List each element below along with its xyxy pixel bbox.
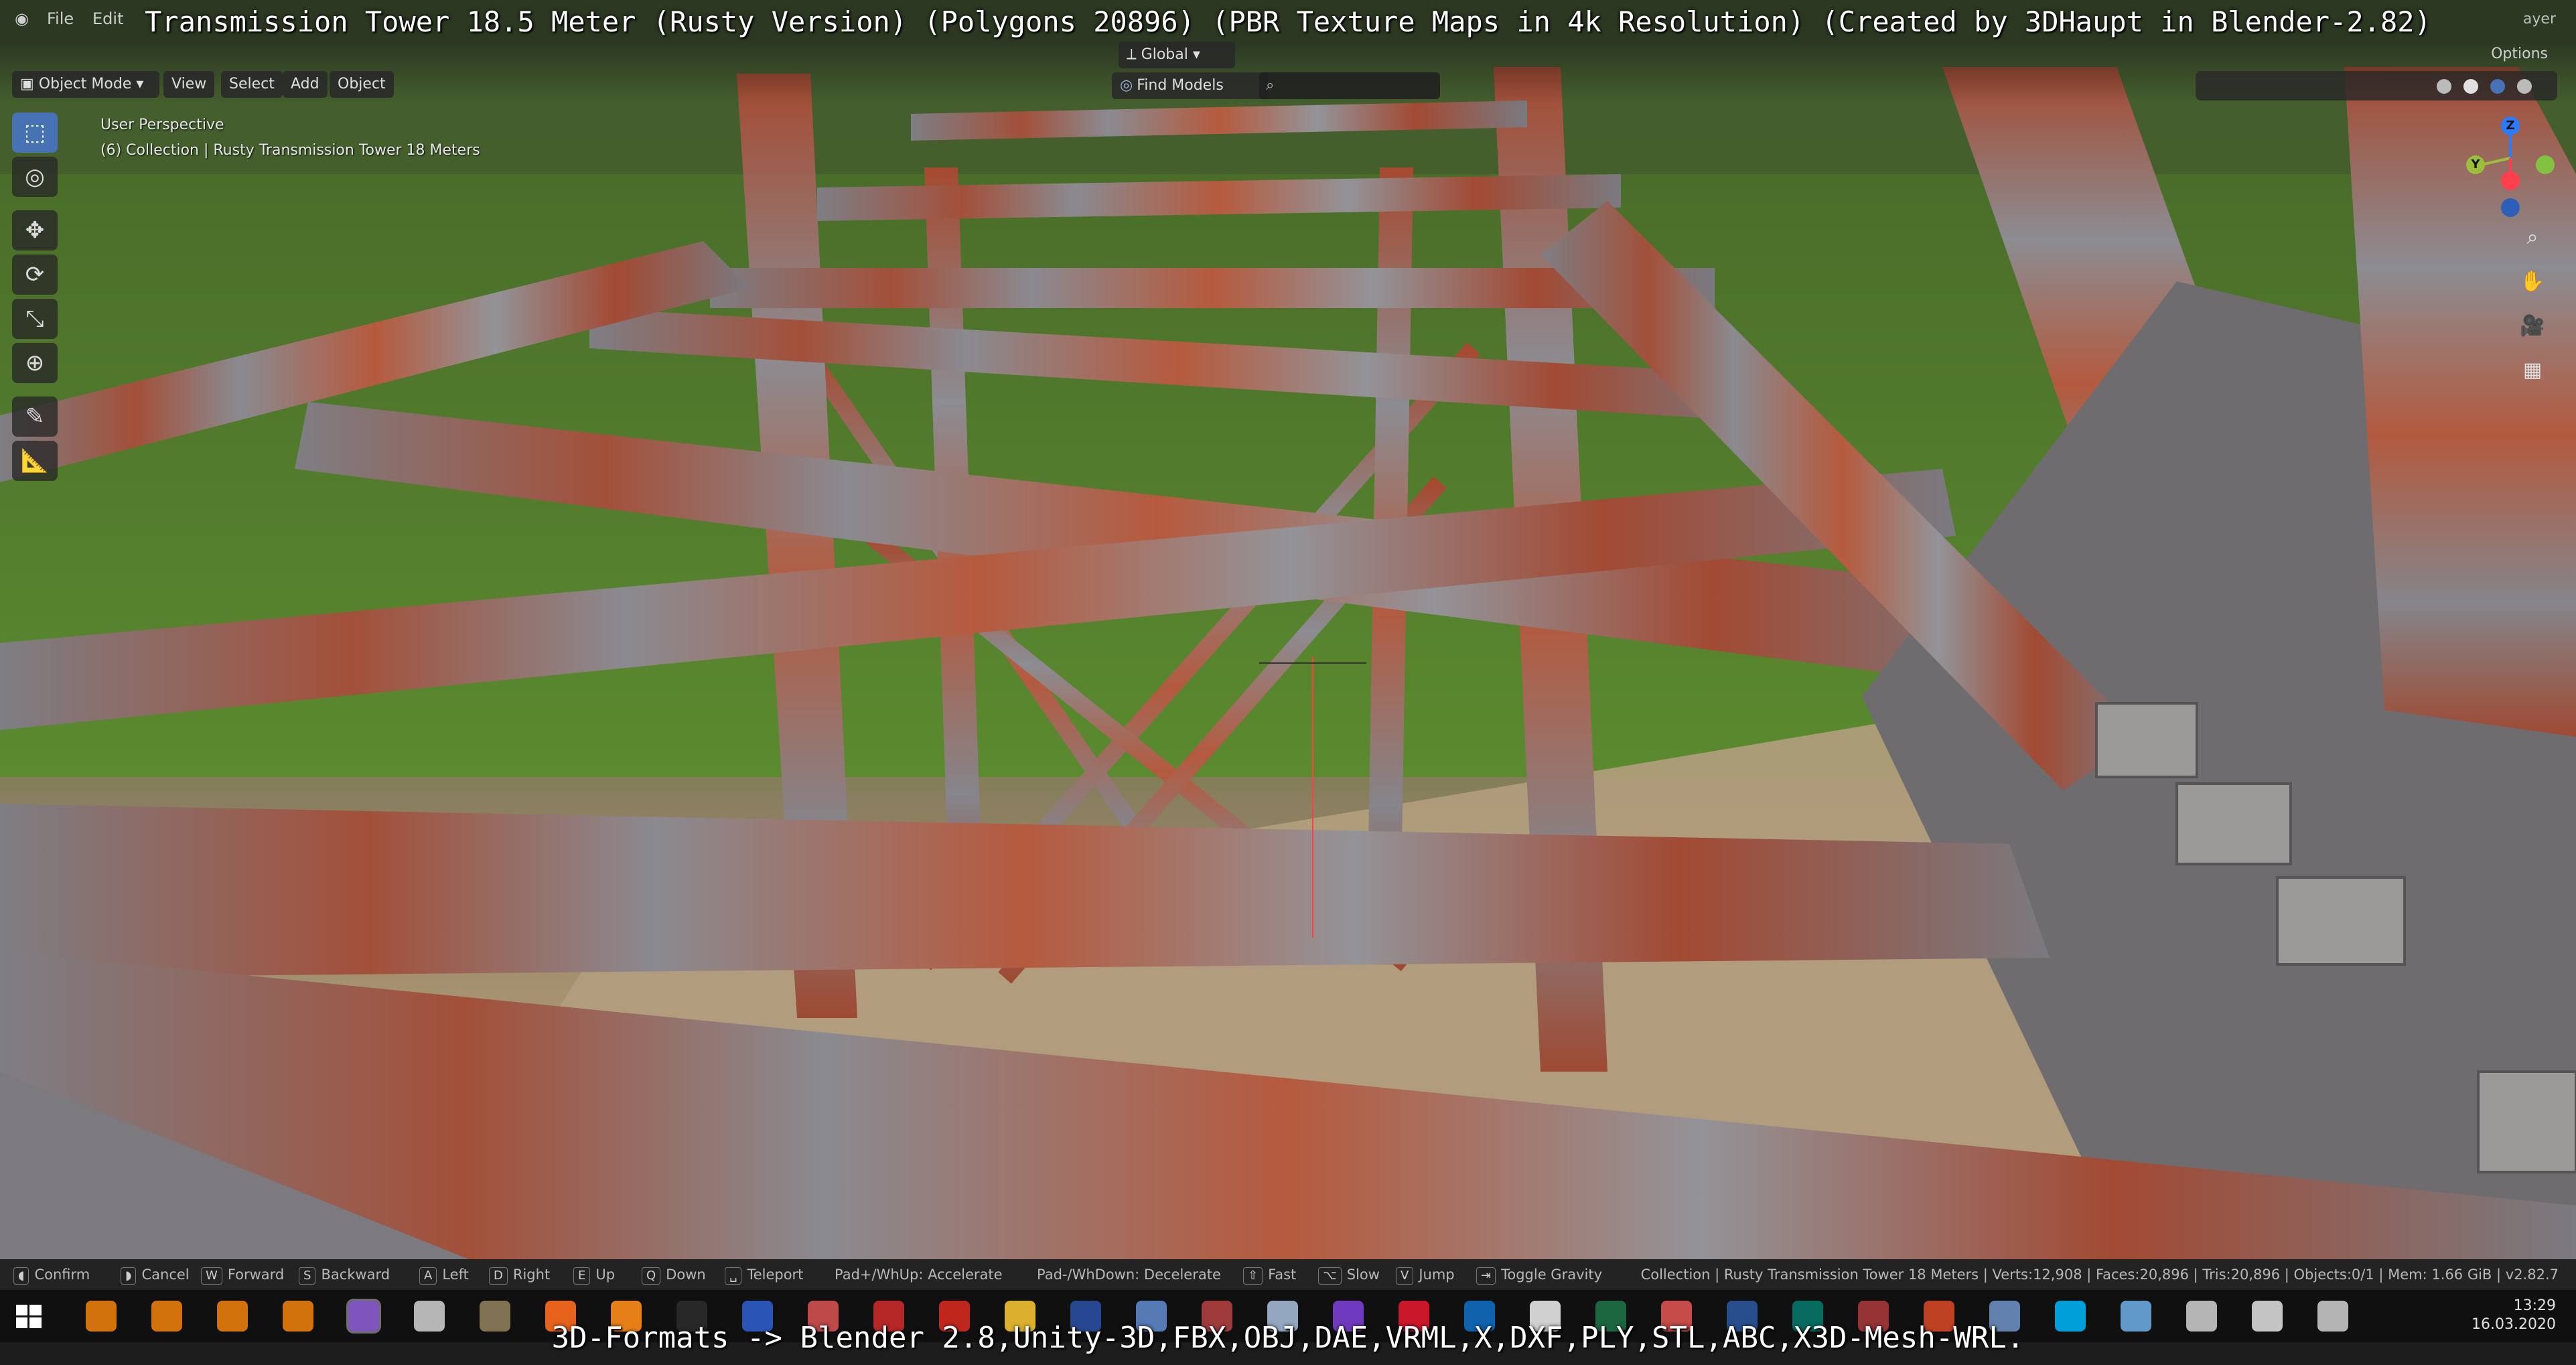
mode-select[interactable]: ▣ Object Mode ▾: [12, 71, 159, 98]
menu-object[interactable]: Object: [330, 71, 394, 98]
perspective-label: User Perspective: [100, 117, 224, 133]
clock-time: 13:29: [2513, 1297, 2556, 1314]
menu-add[interactable]: Add: [283, 71, 328, 98]
viewport-shading-controls[interactable]: [2196, 71, 2557, 100]
hint-fast: ⇧ Fast: [1243, 1259, 1296, 1290]
menu-view[interactable]: View: [163, 71, 215, 98]
hint-left: A Left: [419, 1259, 469, 1290]
hint-backward: S Backward: [299, 1259, 390, 1290]
gizmo-x-axis[interactable]: [2501, 171, 2520, 190]
navigation-gizmo[interactable]: Z Y: [2457, 111, 2564, 225]
scale-icon[interactable]: ⤡: [12, 299, 58, 339]
gizmo-y-axis[interactable]: Y: [2466, 155, 2485, 174]
annotate-icon[interactable]: ✎: [12, 397, 58, 437]
object-mode-icon: ▣: [20, 76, 39, 92]
hint-down: Q Down: [642, 1259, 706, 1290]
orientation-icon: ⟂: [1127, 46, 1141, 63]
navigation-tools: ⌕ ✋ 🎥 ▦: [2516, 221, 2556, 398]
space-key-icon: ␣: [725, 1267, 742, 1285]
3d-viewport[interactable]: [0, 0, 2576, 1259]
mouse-left-icon: ◖: [13, 1267, 29, 1285]
search-input[interactable]: ⌕: [1259, 72, 1440, 99]
title-banner: Transmission Tower 18.5 Meter (Rusty Ver…: [145, 5, 2431, 38]
tab-key-icon: ⇥: [1476, 1267, 1496, 1285]
orientation-label: Global: [1141, 46, 1188, 63]
select-box-icon[interactable]: ⬚: [12, 113, 58, 153]
move-icon[interactable]: ✥: [12, 210, 58, 250]
collection-label: (6) Collection | Rusty Transmission Towe…: [100, 142, 480, 159]
grid-icon[interactable]: ▦: [2516, 354, 2549, 387]
solid-shading-icon[interactable]: [2463, 79, 2478, 94]
hint-forward: W Forward: [201, 1259, 284, 1290]
rotate-icon[interactable]: ⟳: [12, 255, 58, 295]
rendered-shading-icon[interactable]: [2517, 79, 2532, 94]
hint-cancel: ◗ Cancel: [121, 1259, 190, 1290]
chevron-down-icon: ▾: [1188, 46, 1200, 63]
viewport-info: User Perspective (6) Collection | Rusty …: [100, 113, 480, 163]
globe-icon: ◎: [1120, 77, 1133, 94]
tool-shelf: ⬚ ◎ ✥ ⟳ ⤡ ⊕ ✎ 📐: [12, 113, 62, 485]
scene-statistics: Collection | Rusty Transmission Tower 18…: [1640, 1267, 2559, 1283]
hint-confirm: ◖ Confirm: [13, 1259, 90, 1290]
hint-right: D Right: [489, 1259, 550, 1290]
mouse-right-icon: ◗: [121, 1267, 137, 1285]
transform-icon[interactable]: ⊕: [12, 343, 58, 383]
tower-scene: [0, 0, 2576, 1259]
hint-jump: V Jump: [1396, 1259, 1455, 1290]
hint-accelerate: Pad+/WhUp: Accelerate: [835, 1267, 1003, 1283]
measure-icon[interactable]: 📐: [12, 441, 58, 481]
wireframe-shading-icon[interactable]: [2437, 79, 2451, 94]
shift-key-icon: ⇧: [1243, 1267, 1263, 1285]
pan-hand-icon[interactable]: ✋: [2516, 265, 2549, 299]
hint-gravity: ⇥ Toggle Gravity: [1476, 1259, 1602, 1290]
chevron-down-icon: ▾: [131, 76, 144, 92]
cursor-icon[interactable]: ◎: [12, 157, 58, 197]
gizmo-z-axis[interactable]: Z: [2501, 117, 2520, 135]
material-shading-icon[interactable]: [2490, 79, 2505, 94]
options-dropdown[interactable]: Options: [2491, 46, 2548, 62]
hint-slow: ⌥ Slow: [1318, 1259, 1380, 1290]
camera-icon[interactable]: 🎥: [2516, 309, 2549, 343]
hint-decelerate: Pad-/WhDown: Decelerate: [1037, 1267, 1221, 1283]
alt-key-icon: ⌥: [1318, 1267, 1342, 1285]
search-icon: ⌕: [1266, 77, 1275, 94]
mode-label: Object Mode: [38, 76, 132, 92]
find-models-button[interactable]: ◎ Find Models: [1112, 72, 1269, 99]
hint-up: E Up: [573, 1259, 615, 1290]
formats-banner: 3D-Formats -> Blender 2.8,Unity-3D,FBX,O…: [551, 1321, 2025, 1355]
find-models-label: Find Models: [1137, 77, 1224, 94]
status-bar: ◖ Confirm ◗ Cancel W Forward S Backward A Lef…: [0, 1259, 2576, 1290]
zoom-icon[interactable]: ⌕: [2516, 221, 2549, 255]
transform-orientation-select[interactable]: ⟂ Global ▾: [1119, 42, 1235, 68]
gizmo-neg-z-axis[interactable]: [2501, 198, 2520, 217]
menu-select[interactable]: Select: [221, 71, 283, 98]
hint-teleport: ␣ Teleport: [725, 1259, 803, 1290]
gizmo-neg-y-axis[interactable]: [2536, 155, 2555, 174]
